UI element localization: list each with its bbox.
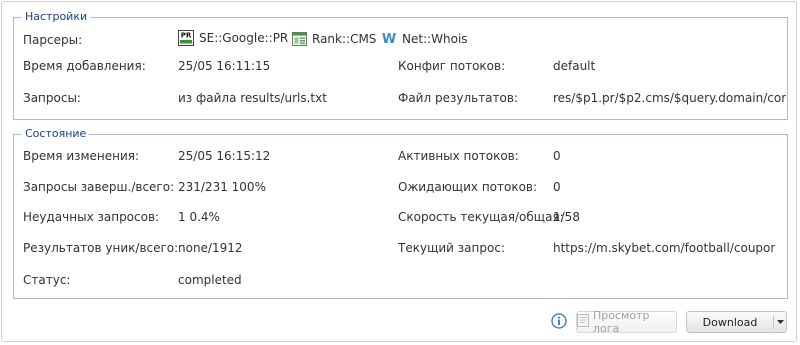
chevron-down-icon[interactable] bbox=[774, 312, 787, 332]
parsers-label: Парсеры: bbox=[23, 33, 83, 47]
queries-label: Запросы: bbox=[23, 91, 81, 105]
whois-w-icon: W bbox=[381, 32, 397, 46]
info-circle-icon[interactable] bbox=[551, 313, 567, 329]
pagerank-icon: PR bbox=[178, 30, 194, 46]
settings-legend: Настройки bbox=[22, 10, 91, 24]
svg-text:PR: PR bbox=[181, 32, 192, 40]
waiting-threads-label: Ожидающих потоков: bbox=[398, 180, 538, 194]
active-threads-value: 0 bbox=[553, 149, 561, 163]
threads-config-label: Конфиг потоков: bbox=[398, 59, 506, 73]
view-log-button[interactable]: Просмотр лога bbox=[576, 309, 677, 335]
log-document-icon bbox=[577, 314, 589, 330]
view-log-label: Просмотр лога bbox=[593, 309, 650, 335]
results-file-value: res/$p1.pr/$p2.cms/$query.domain/contac bbox=[553, 91, 786, 105]
parser-name: Rank::CMS bbox=[312, 32, 377, 46]
speed-label: Скорость текущая/общая: bbox=[398, 210, 564, 224]
waiting-threads-value: 0 bbox=[553, 180, 561, 194]
threads-config-value: default bbox=[553, 59, 596, 73]
cms-window-icon bbox=[292, 32, 307, 46]
queries-done-label: Запросы заверш./всего: bbox=[23, 180, 175, 194]
current-query-label: Текущий запрос: bbox=[398, 241, 505, 255]
state-legend: Состояние bbox=[22, 127, 90, 141]
active-threads-label: Активных потоков: bbox=[398, 149, 519, 163]
speed-value: 1/58 bbox=[553, 210, 580, 224]
queries-done-value: 231/231 100% bbox=[178, 180, 266, 194]
status-value: completed bbox=[178, 273, 242, 287]
changed-time-label: Время изменения: bbox=[23, 149, 140, 163]
added-time-value: 25/05 16:11:15 bbox=[178, 59, 271, 73]
svg-text:W: W bbox=[382, 32, 396, 46]
queries-value: из файла results/urls.txt bbox=[178, 91, 327, 105]
parser-net-whois: W Net::Whois bbox=[381, 32, 468, 46]
download-split-button[interactable]: Download bbox=[686, 311, 787, 333]
status-label: Статус: bbox=[23, 273, 71, 287]
current-query-value: https://m.skybet.com/football/coupon/10 bbox=[553, 241, 775, 255]
parser-rank-cms: Rank::CMS bbox=[292, 32, 376, 46]
changed-time-value: 25/05 16:15:12 bbox=[178, 149, 271, 163]
parser-se-google-pr: PR SE::Google::PR bbox=[178, 30, 288, 46]
parser-name: SE::Google::PR bbox=[199, 31, 289, 45]
results-count-label: Результатов уник/всего: bbox=[23, 241, 179, 255]
download-label[interactable]: Download bbox=[687, 316, 773, 329]
failed-queries-label: Неудачных запросов: bbox=[23, 210, 160, 224]
failed-queries-value: 1 0.4% bbox=[178, 210, 220, 224]
results-count-value: none/1912 bbox=[178, 241, 243, 255]
parser-name: Net::Whois bbox=[402, 32, 468, 46]
added-time-label: Время добавления: bbox=[23, 59, 146, 73]
results-file-label: Файл результатов: bbox=[398, 91, 518, 105]
